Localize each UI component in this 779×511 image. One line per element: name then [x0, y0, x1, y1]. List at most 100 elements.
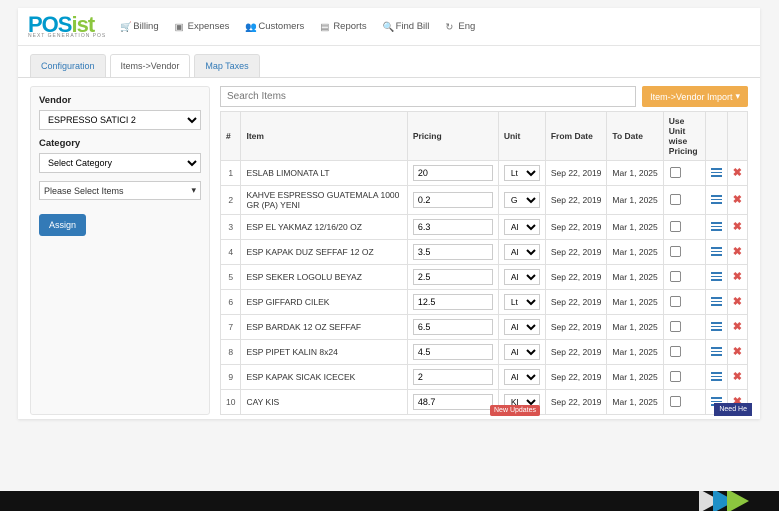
- unitwise-checkbox[interactable]: [670, 370, 681, 381]
- unit-select[interactable]: Al: [504, 369, 540, 385]
- nav-label: Expenses: [188, 21, 230, 32]
- unitwise-checkbox[interactable]: [670, 295, 681, 306]
- nav-customers[interactable]: 👥Customers: [237, 17, 312, 36]
- row-index: 1: [221, 161, 241, 186]
- list-icon[interactable]: [711, 272, 722, 281]
- row-item-name: ESP PIPET KALIN 8x24: [241, 340, 407, 365]
- price-input[interactable]: [413, 294, 493, 310]
- tab-map-taxes[interactable]: Map Taxes: [194, 54, 259, 77]
- delete-icon[interactable]: ✖: [733, 321, 742, 333]
- row-item-name: KAHVE ESPRESSO GUATEMALA 1000 GR (PA) YE…: [241, 186, 407, 215]
- left-panel: Vendor ESPRESSO SATICI 2 Category Select…: [30, 86, 210, 415]
- table-row: 5ESP SEKER LOGOLU BEYAZAlSep 22, 2019Mar…: [221, 265, 748, 290]
- list-icon[interactable]: [711, 247, 722, 256]
- list-icon[interactable]: [711, 168, 722, 177]
- unitwise-checkbox[interactable]: [670, 345, 681, 356]
- search-icon: 🔍: [383, 22, 393, 32]
- import-button[interactable]: Item->Vendor Import ▾: [642, 86, 748, 107]
- need-help-badge[interactable]: Need He: [714, 403, 752, 416]
- delete-icon[interactable]: ✖: [733, 346, 742, 358]
- row-index: 5: [221, 265, 241, 290]
- items-table: # Item Pricing Unit From Date To Date Us…: [220, 111, 748, 415]
- list-icon[interactable]: [711, 195, 722, 204]
- nav-find-bill[interactable]: 🔍Find Bill: [375, 17, 438, 36]
- from-date: Sep 22, 2019: [545, 315, 607, 340]
- delete-icon[interactable]: ✖: [733, 296, 742, 308]
- footer-accent: [0, 491, 779, 511]
- to-date: Mar 1, 2025: [607, 215, 663, 240]
- item-select-dropdown[interactable]: Please Select Items ▾: [39, 181, 201, 200]
- delete-icon[interactable]: ✖: [733, 221, 742, 233]
- nav-reports[interactable]: ▤Reports: [312, 17, 374, 36]
- app-card: POSist NEXT GENERATION POS 🛒Billing▣Expe…: [18, 8, 760, 419]
- to-date: Mar 1, 2025: [607, 390, 663, 415]
- unit-select[interactable]: Lt: [504, 165, 540, 181]
- assign-button[interactable]: Assign: [39, 214, 86, 236]
- delete-icon[interactable]: ✖: [733, 371, 742, 383]
- price-input[interactable]: [413, 219, 493, 235]
- price-input[interactable]: [413, 244, 493, 260]
- unitwise-checkbox[interactable]: [670, 270, 681, 281]
- delete-icon[interactable]: ✖: [733, 194, 742, 206]
- nav-billing[interactable]: 🛒Billing: [112, 17, 166, 36]
- unit-select[interactable]: Al: [504, 269, 540, 285]
- price-input[interactable]: [413, 165, 493, 181]
- row-index: 8: [221, 340, 241, 365]
- delete-icon[interactable]: ✖: [733, 271, 742, 283]
- unitwise-checkbox[interactable]: [670, 245, 681, 256]
- brand-logo: POSist NEXT GENERATION POS: [28, 14, 112, 39]
- price-input[interactable]: [413, 319, 493, 335]
- unit-select[interactable]: Al: [504, 319, 540, 335]
- tab-items-vendor[interactable]: Items->Vendor: [110, 54, 191, 77]
- price-input[interactable]: [413, 269, 493, 285]
- unit-select[interactable]: Al: [504, 219, 540, 235]
- col-item: Item: [241, 112, 407, 161]
- unitwise-checkbox[interactable]: [670, 395, 681, 406]
- nav-expenses[interactable]: ▣Expenses: [167, 17, 238, 36]
- to-date: Mar 1, 2025: [607, 186, 663, 215]
- unit-select[interactable]: G: [504, 192, 540, 208]
- delete-icon[interactable]: ✖: [733, 246, 742, 258]
- list-icon[interactable]: [711, 322, 722, 331]
- tab-configuration[interactable]: Configuration: [30, 54, 106, 77]
- unitwise-checkbox[interactable]: [670, 320, 681, 331]
- unit-select[interactable]: Lt: [504, 294, 540, 310]
- search-input[interactable]: [220, 86, 636, 107]
- table-row: 1ESLAB LIMONATA LTLtSep 22, 2019Mar 1, 2…: [221, 161, 748, 186]
- unit-select[interactable]: Al: [504, 244, 540, 260]
- col-num: #: [221, 112, 241, 161]
- category-select[interactable]: Select Category: [39, 153, 201, 173]
- row-item-name: ESLAB LIMONATA LT: [241, 161, 407, 186]
- row-item-name: CAY KIS: [241, 390, 407, 415]
- table-row: 3ESP EL YAKMAZ 12/16/20 OZAlSep 22, 2019…: [221, 215, 748, 240]
- row-index: 7: [221, 315, 241, 340]
- price-input[interactable]: [413, 394, 493, 410]
- unitwise-checkbox[interactable]: [670, 166, 681, 177]
- price-input[interactable]: [413, 192, 493, 208]
- list-icon[interactable]: [711, 222, 722, 231]
- list-icon[interactable]: [711, 347, 722, 356]
- new-updates-badge[interactable]: New Updates: [490, 405, 540, 416]
- from-date: Sep 22, 2019: [545, 365, 607, 390]
- nav-label: Eng: [458, 21, 475, 32]
- price-input[interactable]: [413, 369, 493, 385]
- vendor-select[interactable]: ESPRESSO SATICI 2: [39, 110, 201, 130]
- to-date: Mar 1, 2025: [607, 340, 663, 365]
- unitwise-checkbox[interactable]: [670, 220, 681, 231]
- nav-eng[interactable]: ↻Eng: [437, 17, 483, 36]
- from-date: Sep 22, 2019: [545, 161, 607, 186]
- unit-select[interactable]: Al: [504, 344, 540, 360]
- unitwise-checkbox[interactable]: [670, 193, 681, 204]
- list-icon[interactable]: [711, 372, 722, 381]
- price-input[interactable]: [413, 344, 493, 360]
- from-date: Sep 22, 2019: [545, 340, 607, 365]
- nav-label: Billing: [133, 21, 158, 32]
- row-index: 9: [221, 365, 241, 390]
- table-row: 10CAY KISKlSep 22, 2019Mar 1, 2025✖: [221, 390, 748, 415]
- col-from: From Date: [545, 112, 607, 161]
- top-navbar: POSist NEXT GENERATION POS 🛒Billing▣Expe…: [18, 8, 760, 46]
- delete-icon[interactable]: ✖: [733, 167, 742, 179]
- col-to: To Date: [607, 112, 663, 161]
- list-icon[interactable]: [711, 297, 722, 306]
- cart-icon: 🛒: [120, 22, 130, 32]
